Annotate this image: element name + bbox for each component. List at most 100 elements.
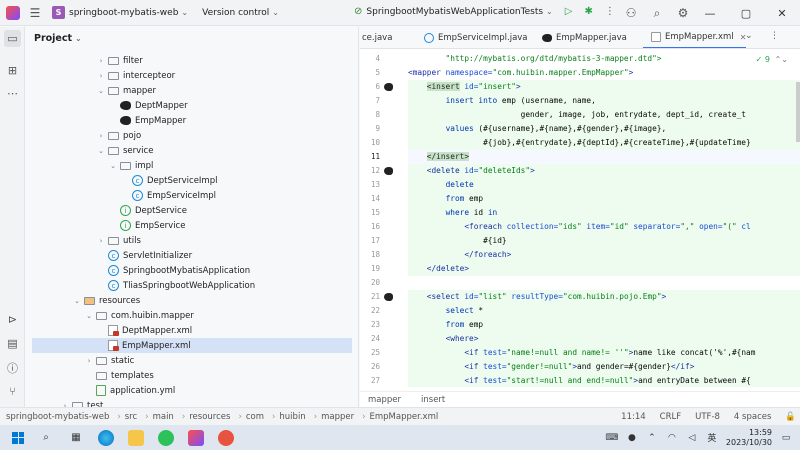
minimize-button[interactable]: —: [692, 0, 728, 26]
code-line[interactable]: insert into emp (username, name,: [408, 94, 800, 108]
keyboard-icon[interactable]: ⌨: [605, 432, 618, 444]
code-line[interactable]: <if test="gender!=null">and gender=#{gen…: [408, 360, 800, 374]
project-name[interactable]: springboot-mybatis-web: [69, 8, 178, 18]
close-button[interactable]: ✕: [764, 0, 800, 26]
status-path-item[interactable]: springboot-mybatis-web: [6, 412, 109, 422]
tree-node[interactable]: i EmpService: [108, 218, 185, 233]
intellij-taskbar-icon[interactable]: [188, 429, 204, 446]
chevron-down-icon[interactable]: ⌄: [181, 8, 188, 17]
terminal-icon[interactable]: ▤: [4, 335, 21, 352]
add-user-icon[interactable]: ⚇: [622, 4, 640, 22]
code-line[interactable]: delete: [408, 178, 800, 192]
code-line[interactable]: #{job},#{entrydate},#{deptId},#{createTi…: [408, 136, 800, 150]
debug-icon[interactable]: ✱: [584, 6, 592, 17]
chevron-up-icon[interactable]: ⌃: [646, 432, 658, 444]
services-icon[interactable]: ⊳: [4, 311, 21, 328]
status-path-item[interactable]: resources: [189, 412, 230, 422]
editor-tab[interactable]: EmpMapper.xml ✕: [643, 27, 747, 48]
wifi-icon[interactable]: ◠: [666, 432, 678, 444]
code-line[interactable]: gender, image, job, entrydate, dept_id, …: [408, 108, 800, 122]
code-line[interactable]: <delete id="deleteIds">: [408, 164, 800, 178]
project-badge[interactable]: S: [52, 6, 65, 19]
editor-tab[interactable]: EmpServiceImpl.java: [416, 27, 528, 48]
file-encoding[interactable]: UTF-8: [695, 412, 720, 422]
code-line[interactable]: </insert>: [408, 150, 800, 164]
volume-icon[interactable]: ◁: [686, 432, 698, 444]
settings-gear-icon[interactable]: ⚙: [674, 4, 692, 22]
tree-node[interactable]: EmpMapper: [108, 113, 186, 128]
edge-browser-icon[interactable]: [98, 429, 114, 446]
input-language[interactable]: 英: [706, 432, 718, 444]
tree-node[interactable]: ⌄ mapper: [96, 83, 156, 98]
code-line[interactable]: [408, 276, 800, 290]
tree-node[interactable]: › test: [60, 398, 103, 407]
tree-node[interactable]: c DeptServiceImpl: [120, 173, 217, 188]
tree-node[interactable]: i DeptService: [108, 203, 187, 218]
problems-icon[interactable]: ⓘ: [4, 359, 21, 376]
mybatis-navigate-icon[interactable]: [384, 167, 393, 175]
tree-node[interactable]: DeptMapper.xml: [96, 323, 192, 338]
code-line[interactable]: <if test="name!=null and name!= ''">name…: [408, 346, 800, 360]
git-icon[interactable]: ⑂: [4, 383, 21, 400]
code-line[interactable]: </delete>: [408, 262, 800, 276]
scrollbar[interactable]: [796, 82, 800, 142]
status-path-item[interactable]: huibin: [279, 412, 305, 422]
tree-node[interactable]: ⌄ impl: [108, 158, 153, 173]
tree-node[interactable]: templates: [84, 368, 154, 383]
close-tab-icon[interactable]: ✕: [740, 33, 747, 42]
tree-node[interactable]: application.yml: [84, 383, 175, 398]
code-line[interactable]: <if test="start!=null and end!=null">and…: [408, 374, 800, 387]
tree-node[interactable]: c SpringbootMybatisApplication: [96, 263, 250, 278]
code-line[interactable]: values (#{username},#{name},#{gender},#{…: [408, 122, 800, 136]
tree-node[interactable]: DeptMapper: [108, 98, 188, 113]
status-path-item[interactable]: main: [153, 412, 174, 422]
main-menu-icon[interactable]: ☰: [26, 4, 44, 22]
readonly-lock-icon[interactable]: 🔓: [785, 412, 796, 422]
chevron-right-icon[interactable]: ›: [96, 237, 106, 245]
tree-node[interactable]: c TliasSpringbootWebApplication: [96, 278, 255, 293]
project-panel-header[interactable]: Project ⌄: [26, 27, 358, 49]
mybatis-navigate-icon[interactable]: [384, 83, 393, 91]
clock[interactable]: 13:59 2023/10/30: [726, 428, 772, 448]
line-separator[interactable]: CRLF: [660, 412, 681, 422]
chevron-right-icon[interactable]: ›: [96, 132, 106, 140]
tree-node[interactable]: › pojo: [96, 128, 142, 143]
mybatis-navigate-icon[interactable]: [384, 293, 393, 301]
code-line[interactable]: "http://mybatis.org/dtd/mybatis-3-mapper…: [408, 52, 800, 66]
code-line[interactable]: from emp: [408, 192, 800, 206]
status-path-item[interactable]: mapper: [321, 412, 354, 422]
chevron-down-icon[interactable]: ⌄: [72, 297, 82, 305]
tree-node[interactable]: › filter: [96, 53, 143, 68]
code-area[interactable]: "http://mybatis.org/dtd/mybatis-3-mapper…: [408, 49, 800, 387]
file-explorer-icon[interactable]: [128, 429, 144, 446]
chevron-down-icon[interactable]: ⌄: [96, 147, 106, 155]
run-config-name[interactable]: SpringbootMybatisWebApplicationTests: [366, 7, 543, 17]
chevron-right-icon[interactable]: ›: [84, 357, 94, 365]
code-line[interactable]: </foreach>: [408, 248, 800, 262]
chevron-down-icon[interactable]: ⌄: [84, 312, 94, 320]
status-path-item[interactable]: src: [125, 412, 137, 422]
tree-node[interactable]: › intercepteor: [96, 68, 176, 83]
breadcrumb-item[interactable]: insert: [421, 395, 445, 405]
wechat-icon[interactable]: [158, 429, 174, 446]
chevron-down-icon[interactable]: ⌄: [108, 162, 118, 170]
structure-icon[interactable]: ⊞: [4, 62, 21, 79]
search-icon[interactable]: ⌕: [38, 430, 54, 446]
run-icon[interactable]: ▷: [565, 6, 573, 17]
status-path-item[interactable]: com: [246, 412, 264, 422]
editor-tab[interactable]: ce.java: [360, 27, 392, 48]
chevron-right-icon[interactable]: ›: [96, 72, 106, 80]
caret-position[interactable]: 11:14: [621, 412, 646, 422]
tree-node[interactable]: c EmpServiceImpl: [120, 188, 216, 203]
maximize-button[interactable]: ▢: [728, 0, 764, 26]
code-line[interactable]: <insert id="insert">: [408, 80, 800, 94]
tree-node[interactable]: EmpMapper.xml: [32, 338, 352, 353]
more-tools-icon[interactable]: ⋯: [4, 85, 21, 102]
task-view-icon[interactable]: ▦: [68, 430, 84, 446]
status-path-item[interactable]: EmpMapper.xml: [370, 412, 439, 422]
tree-node[interactable]: c ServletInitializer: [96, 248, 192, 263]
wechat-tray-icon[interactable]: ●: [626, 432, 638, 444]
inspection-widget[interactable]: ✓ 9: [756, 55, 770, 64]
tree-node[interactable]: ⌄ service: [96, 143, 153, 158]
code-line[interactable]: <foreach collection="ids" item="id" sepa…: [408, 220, 800, 234]
